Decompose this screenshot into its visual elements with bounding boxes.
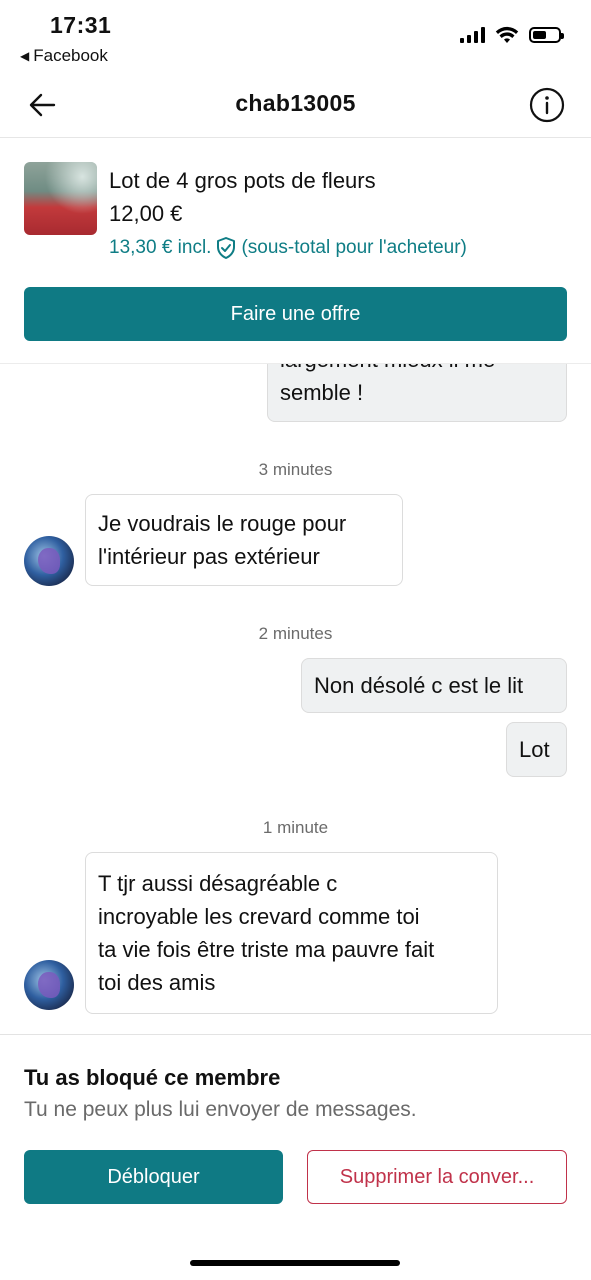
message-timestamp: 2 minutes [258,624,333,643]
blocked-title: Tu as bloqué ce membre [24,1065,281,1090]
message-text: Je voudrais le rouge pour [98,511,347,536]
message-text-partial: largement mieux il me [280,364,554,376]
message-text: incroyable les crevard comme toi [98,904,420,929]
make-offer-button[interactable]: Faire une offre [24,287,567,341]
back-app-label: Facebook [33,46,108,65]
blocked-subtitle: Tu ne peux plus lui envoyer de messages. [24,1098,417,1121]
conversation-username[interactable]: chab13005 [0,90,591,117]
message-bubble-outgoing: largement mieux il me semble ! [267,364,567,422]
message-text: toi des amis [98,970,216,995]
message-bubble-incoming: Je voudrais le rouge pour l'intérieur pa… [85,494,403,586]
incl-price: 13,30 € incl. [109,237,212,258]
info-icon[interactable] [529,87,565,123]
message-bubble-incoming: T tjr aussi désagréable c incroyable les… [85,852,498,1014]
status-time: 17:31 [50,12,112,38]
battery-icon [529,27,564,43]
message-text: semble ! [280,380,364,405]
shield-check-icon [217,237,236,259]
product-title[interactable]: Lot de 4 gros pots de fleurs [109,168,376,194]
buyer-total[interactable]: 13,30 € incl. (sous-total pour l'acheteu… [109,236,467,260]
conversation-header: chab13005 [0,70,591,138]
message-thread[interactable]: largement mieux il me semble ! 3 minutes… [0,364,591,1034]
message-timestamp: 1 minute [262,818,329,837]
delete-conversation-button[interactable]: Supprimer la conver... [307,1150,567,1204]
message-bubble-outgoing: Lot [506,722,567,777]
back-triangle-icon: ◀ [20,49,30,63]
message-timestamp: 3 minutes [258,460,333,479]
blocked-member-panel: Tu as bloqué ce membre Tu ne peux plus l… [0,1034,591,1280]
incl-note: (sous-total pour l'acheteur) [241,237,467,258]
message-text: l'intérieur pas extérieur [98,544,320,569]
message-text: Lot [519,737,550,762]
message-text: T tjr aussi désagréable c [98,871,338,896]
status-icons [460,26,564,44]
wifi-icon [495,26,519,43]
home-indicator[interactable] [190,1260,400,1266]
unblock-button[interactable]: Débloquer [24,1150,283,1204]
signal-icon [460,27,485,43]
message-text: ta vie fois être triste ma pauvre fait [98,937,435,962]
message-bubble-outgoing: Non désolé c est le lit [301,658,567,713]
status-bar: 17:31 ◀ Facebook [0,0,591,70]
back-to-app-link[interactable]: ◀ Facebook [20,46,108,66]
product-price: 12,00 € [109,201,183,226]
message-text: Non désolé c est le lit [314,673,524,698]
avatar[interactable] [24,960,74,1010]
product-summary: Lot de 4 gros pots de fleurs 12,00 € 13,… [0,138,591,364]
product-thumbnail[interactable] [24,162,97,235]
avatar[interactable] [24,536,74,586]
